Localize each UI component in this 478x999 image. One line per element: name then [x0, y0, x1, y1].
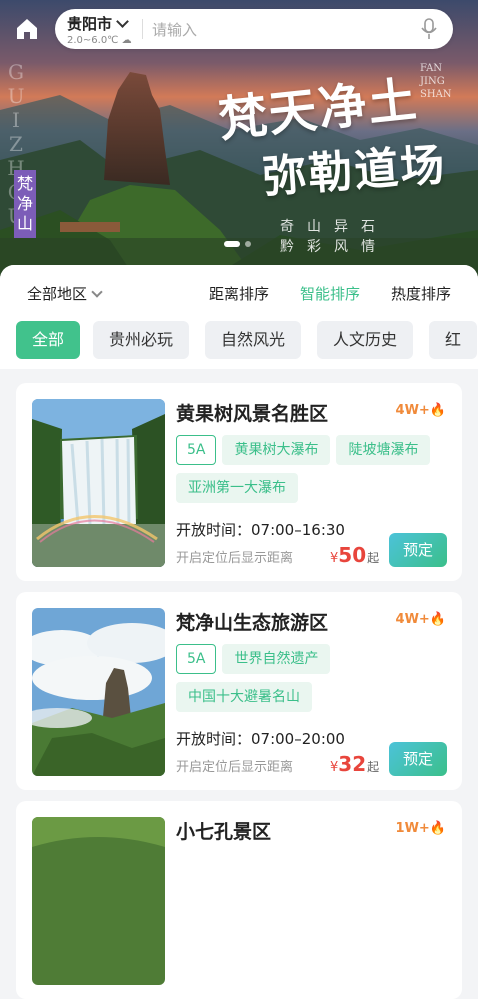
- grade-badge: 5A: [176, 644, 217, 674]
- book-button[interactable]: 预定: [389, 533, 447, 567]
- flame-icon: 🔥: [429, 821, 446, 836]
- search-divider: [142, 19, 143, 39]
- chevron-down-icon: [91, 286, 103, 298]
- banner-headline-2: 弥勒道场: [260, 139, 448, 204]
- search-bar[interactable]: 贵阳市 2.0~6.0℃ ☁: [55, 9, 453, 49]
- carousel-dot-2[interactable]: [245, 241, 251, 247]
- content-panel: 全部地区 距离排序 智能排序 热度排序 全部 贵州必玩 自然风光 人文历史 红: [0, 265, 478, 999]
- banner-pinyin: FAN JING SHAN: [420, 63, 452, 100]
- distance-hint: 开启定位后显示距离: [176, 760, 294, 775]
- flame-icon: 🔥: [429, 403, 446, 418]
- banner-slogan-1: 奇山异石: [280, 219, 388, 235]
- popularity-badge: 4W+🔥: [395, 403, 446, 418]
- flame-icon: 🔥: [429, 612, 446, 627]
- voice-search-button[interactable]: [421, 18, 437, 44]
- spot-tag: 世界自然遗产: [222, 644, 331, 674]
- category-tabs: 全部 贵州必玩 自然风光 人文历史 红: [0, 319, 478, 369]
- book-button[interactable]: 预定: [389, 742, 447, 776]
- spot-tag: 中国十大避暑名山: [176, 682, 312, 712]
- cloud-icon: ☁: [121, 35, 132, 46]
- banner-slogan-2: 黔彩风情: [280, 239, 388, 255]
- category-culture[interactable]: 人文历史: [317, 321, 414, 359]
- sort-popularity[interactable]: 热度排序: [391, 283, 451, 304]
- popularity-badge: 1W+🔥: [395, 821, 446, 836]
- carousel-dot-1[interactable]: [224, 241, 240, 247]
- popularity-badge: 4W+🔥: [395, 612, 446, 627]
- opening-hours: 开放时间：07:00–16:30: [176, 521, 345, 539]
- chevron-down-icon: [116, 15, 129, 28]
- category-red[interactable]: 红: [429, 321, 478, 359]
- spot-name: 小七孔景区: [176, 821, 272, 843]
- category-all[interactable]: 全部: [16, 321, 81, 359]
- banner-place-tag: 梵净山: [14, 170, 36, 238]
- home-icon: [17, 19, 37, 39]
- price: ¥50起: [330, 543, 380, 567]
- spot-card[interactable]: 梵净山生态旅游区 4W+🔥 5A 世界自然遗产 中国十大避暑名山 开放时间：07…: [16, 592, 462, 790]
- filter-bar: 全部地区 距离排序 智能排序 热度排序: [0, 265, 478, 319]
- category-guizhou-must[interactable]: 贵州必玩: [93, 321, 190, 359]
- opening-hours: 开放时间：07:00–20:00: [176, 730, 345, 748]
- spot-tags: 5A 世界自然遗产 中国十大避暑名山: [176, 644, 451, 720]
- spot-name: 黄果树风景名胜区: [176, 403, 329, 425]
- distance-hint: 开启定位后显示距离: [176, 551, 294, 566]
- sort-distance[interactable]: 距离排序: [209, 283, 269, 304]
- spot-image-forest: [32, 817, 165, 985]
- spot-card[interactable]: 黄果树风景名胜区 4W+🔥 5A 黄果树大瀑布 陡坡塘瀑布 亚洲第一大瀑布 开放…: [16, 383, 462, 581]
- spot-tags: 5A 黄果树大瀑布 陡坡塘瀑布 亚洲第一大瀑布: [176, 435, 451, 511]
- home-button[interactable]: [14, 16, 40, 42]
- price: ¥32起: [330, 752, 380, 776]
- weather-range: 2.0~6.0℃ ☁: [67, 35, 132, 46]
- region-dropdown[interactable]: 全部地区: [27, 283, 103, 304]
- category-nature[interactable]: 自然风光: [205, 321, 302, 359]
- microphone-icon: [421, 18, 437, 39]
- city-selector[interactable]: 贵阳市 2.0~6.0℃ ☁: [67, 13, 132, 46]
- carousel-indicator[interactable]: [224, 241, 251, 247]
- spot-image-waterfall: [32, 399, 165, 567]
- spot-name: 梵净山生态旅游区: [176, 612, 329, 634]
- spot-tag: 陡坡塘瀑布: [336, 435, 431, 465]
- spot-tag: 亚洲第一大瀑布: [176, 473, 298, 503]
- sort-smart[interactable]: 智能排序: [300, 283, 360, 304]
- grade-badge: 5A: [176, 435, 217, 465]
- search-input[interactable]: [150, 18, 404, 42]
- spot-card[interactable]: 小七孔景区 1W+🔥: [16, 801, 462, 999]
- city-name: 贵阳市: [67, 15, 113, 33]
- spot-image-mountain: [32, 608, 165, 776]
- spot-tag: 黄果树大瀑布: [222, 435, 331, 465]
